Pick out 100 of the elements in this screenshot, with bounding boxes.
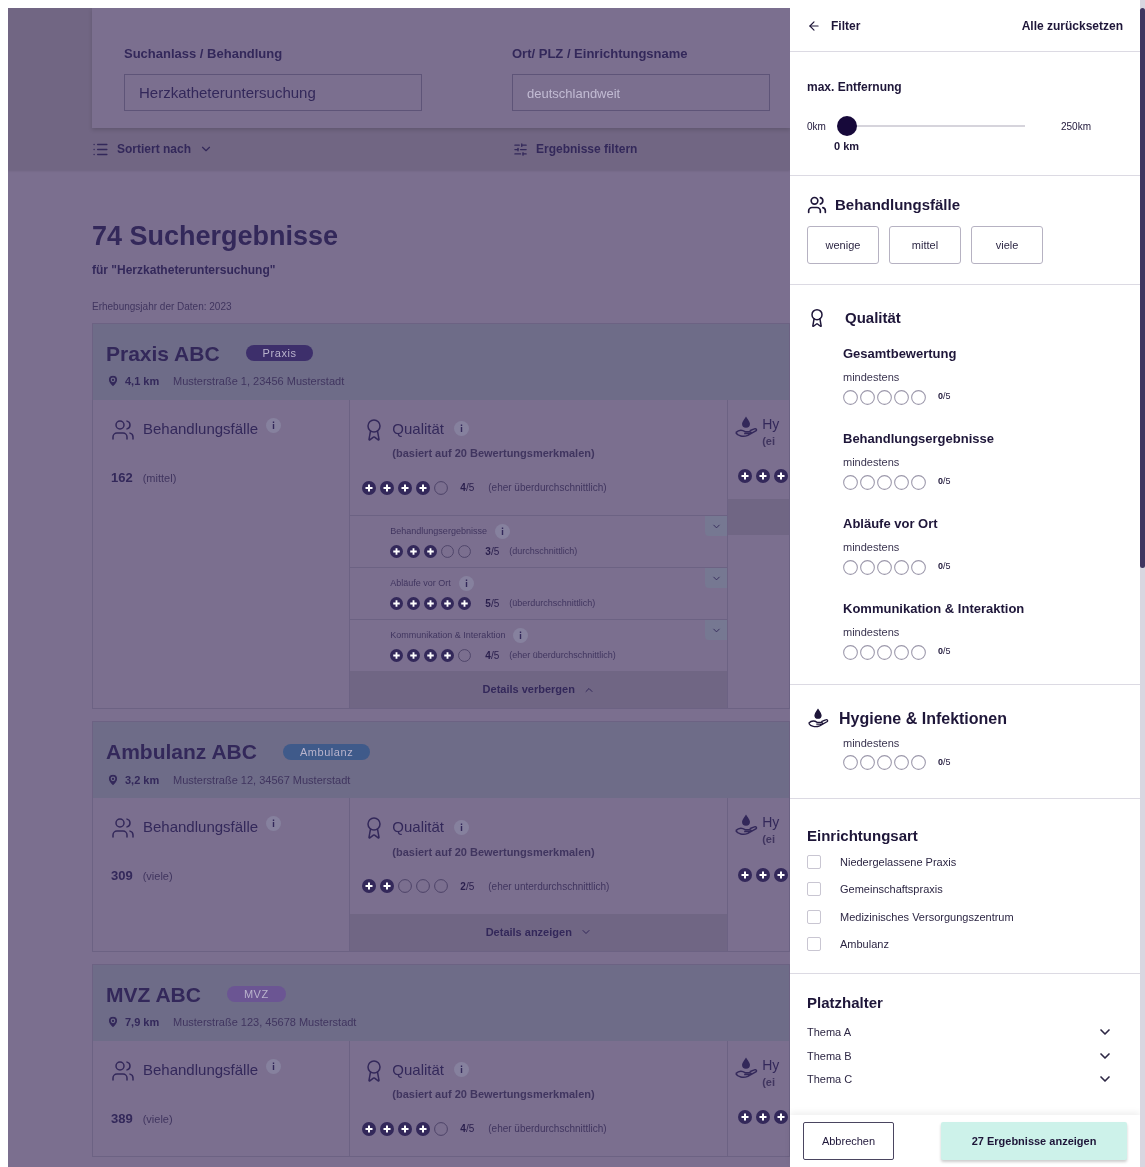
- facility-name: Ambulanz ABC: [106, 739, 257, 765]
- accordion-item[interactable]: Thema C: [807, 1071, 1123, 1088]
- hint-text: mindestens: [843, 540, 901, 555]
- filled-plus-circle-icon: [441, 649, 455, 662]
- info-icon[interactable]: [494, 524, 510, 539]
- slider-thumb[interactable]: [837, 116, 857, 136]
- score-text: 0/5: [938, 645, 951, 659]
- location-pin-icon: [106, 772, 120, 787]
- accordion-item[interactable]: Thema B: [807, 1047, 1123, 1064]
- info-icon[interactable]: [458, 576, 474, 591]
- info-icon[interactable]: [454, 421, 470, 437]
- empty-circle-icon: [894, 755, 909, 770]
- filter-section-title: Qualität: [845, 308, 901, 328]
- search-field[interactable]: deutschlandweit: [512, 73, 770, 111]
- section-subtitle: (basiert auf 20 Bewertungsmerkmalen): [392, 447, 595, 459]
- empty-circle-icon: [911, 474, 926, 490]
- people-icon: [807, 194, 827, 215]
- empty-circle-icon: [860, 644, 875, 660]
- empty-circle-icon: [911, 559, 926, 575]
- filled-plus-circle-icon: [441, 597, 455, 610]
- empty-circle-icon: [458, 545, 472, 558]
- slider-reading: 0 km: [834, 139, 861, 154]
- section-subtitle: (ei: [762, 433, 777, 449]
- filled-plus-circle-icon: [774, 867, 789, 882]
- filled-plus-circle-icon: [380, 879, 395, 893]
- info-icon[interactable]: [454, 819, 470, 835]
- info-icon[interactable]: [454, 1062, 470, 1078]
- checkbox[interactable]: [807, 854, 821, 869]
- filled-plus-circle-icon: [390, 649, 404, 662]
- drop-over-hand-icon: [734, 1056, 759, 1081]
- checkbox[interactable]: [807, 909, 821, 924]
- facility-type-badge: MVZ: [226, 986, 286, 1003]
- filled-plus-circle-icon: [416, 480, 431, 495]
- info-icon[interactable]: [513, 628, 529, 643]
- empty-circle-icon: [416, 879, 431, 893]
- people-icon: [111, 417, 135, 442]
- case-level-text: (viele): [142, 1111, 173, 1127]
- case-count: 162: [111, 468, 133, 487]
- info-icon[interactable]: [266, 816, 282, 831]
- show-results-button[interactable]: 27 Ergebnisse anzeigen: [941, 1122, 1127, 1160]
- checkbox-label: Gemeinschaftspraxis: [840, 882, 943, 897]
- results-title: 74 Suchergebnisse: [92, 220, 340, 253]
- case-level-option[interactable]: wenige: [807, 226, 879, 264]
- slider-min-label: 0km: [807, 119, 827, 134]
- filled-plus-circle-icon: [380, 1121, 395, 1136]
- cancel-button[interactable]: Abbrechen: [803, 1122, 894, 1160]
- filled-plus-circle-icon: [774, 1110, 789, 1124]
- score-text: 4/5: [460, 1122, 475, 1136]
- filled-plus-circle-icon: [458, 597, 472, 610]
- accordion-item[interactable]: Thema A: [807, 1024, 1123, 1041]
- case-level-text: (viele): [142, 869, 173, 884]
- field-label: Ort/ PLZ / Einrichtungsname: [512, 45, 689, 63]
- empty-circle-icon: [894, 644, 909, 660]
- back-button[interactable]: Filter: [807, 16, 861, 35]
- filled-plus-circle-icon: [424, 649, 438, 662]
- empty-circle-icon: [877, 559, 892, 575]
- score-text: 4/5: [485, 649, 500, 663]
- filter-section-title: Behandlungsfälle: [835, 194, 961, 215]
- people-icon: [111, 816, 135, 840]
- hint-text: mindestens: [843, 370, 901, 385]
- score-text: 0/5: [938, 755, 951, 769]
- empty-circle-icon: [843, 389, 858, 405]
- section-title: Behandlungsfälle: [143, 817, 259, 837]
- empty-circle-icon: [458, 649, 472, 662]
- empty-circle-icon: [877, 389, 892, 405]
- filled-plus-circle-icon: [362, 879, 377, 893]
- section-subtitle: (basiert auf 20 Bewertungsmerkmalen): [392, 845, 595, 858]
- empty-circle-icon: [877, 644, 892, 660]
- hint-text: mindestens: [843, 625, 901, 640]
- empty-circle-icon: [434, 1121, 449, 1136]
- drop-over-hand-icon: [807, 707, 829, 730]
- score-text: 0/5: [938, 560, 951, 574]
- info-icon[interactable]: [266, 1058, 282, 1074]
- empty-circle-icon: [434, 879, 449, 893]
- case-level-text: (mittel): [142, 470, 177, 486]
- facility-name: MVZ ABC: [106, 981, 201, 1008]
- facility-type-badge: Praxis: [245, 345, 314, 362]
- empty-circle-icon: [877, 474, 892, 490]
- results-subtitle: für "Herzkatheteruntersuchung": [92, 261, 277, 279]
- section-title: Qualität: [392, 1059, 445, 1080]
- section-title: Hy: [762, 1056, 780, 1074]
- checkbox[interactable]: [807, 882, 821, 897]
- checkbox[interactable]: [807, 937, 821, 952]
- case-level-option[interactable]: mittel: [889, 226, 961, 264]
- filled-plus-circle-icon: [362, 1121, 377, 1136]
- filled-plus-circle-icon: [738, 867, 753, 882]
- filled-plus-circle-icon: [390, 545, 404, 558]
- case-level-option[interactable]: viele: [971, 226, 1043, 264]
- field-label: Suchanlass / Behandlung: [124, 45, 284, 63]
- checkbox-label: Niedergelassene Praxis: [840, 854, 957, 870]
- empty-circle-icon: [843, 755, 858, 770]
- drop-over-hand-icon: [734, 814, 759, 838]
- reset-link[interactable]: Alle zurücksetzen: [1021, 16, 1123, 35]
- criterion-title: Abläufe vor Ort: [843, 514, 939, 533]
- back-arrow-icon: [807, 18, 821, 33]
- criterion-title: Behandlungsergebnisse: [843, 429, 995, 448]
- info-icon[interactable]: [266, 417, 282, 433]
- score-text: 2/5: [460, 879, 475, 894]
- filled-plus-circle-icon: [390, 597, 404, 610]
- scrollbar-thumb[interactable]: [1140, 8, 1145, 568]
